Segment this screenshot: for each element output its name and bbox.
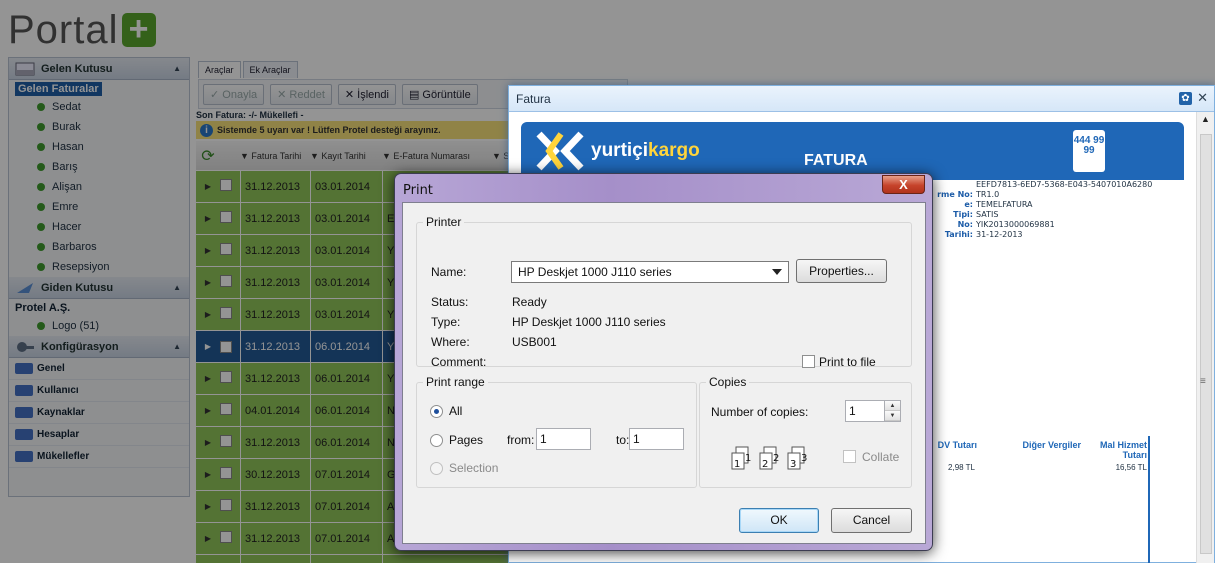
spin-down-icon[interactable]: ▼: [885, 411, 900, 421]
phone-badge: 444 99 99: [1073, 130, 1105, 172]
meta-key: Tarihi:: [944, 230, 973, 239]
brand-name: yurtiçikargo: [591, 140, 700, 162]
to-label: to:: [616, 433, 630, 447]
invoice-viewer-header: Fatura ✿ ✕: [509, 86, 1214, 112]
meta-row: Tipi: SATIS: [933, 210, 1152, 220]
meta-key: No:: [957, 220, 973, 229]
modal-backdrop-top: [508, 0, 1215, 85]
print-dialog-body: Printer Name: HP Deskjet 1000 J110 serie…: [402, 202, 926, 544]
cancel-button[interactable]: Cancel: [831, 508, 912, 533]
invoice-meta: EEFD7813-6ED7-5368-E043-5407010A6280 rme …: [933, 180, 1152, 240]
print-to-file-label[interactable]: Print to file: [819, 355, 876, 369]
svg-text:3: 3: [801, 453, 807, 464]
meta-row: Tarihi: 31-12-2013: [933, 230, 1152, 240]
gear-icon[interactable]: ✿: [1179, 92, 1192, 105]
type-label: Type:: [431, 315, 461, 329]
collate-label[interactable]: Collate: [862, 450, 899, 464]
pages-radio[interactable]: [430, 434, 443, 447]
svg-text:2: 2: [762, 459, 768, 470]
print-to-file-checkbox[interactable]: [802, 355, 815, 368]
from-label: from:: [507, 433, 535, 447]
print-dialog: Print X Printer Name: HP Deskjet 1000 J1…: [394, 173, 933, 551]
printer-select-value: HP Deskjet 1000 J110 series: [518, 265, 672, 279]
close-button[interactable]: X: [882, 175, 925, 194]
svg-text:1: 1: [734, 459, 740, 470]
copies-label: Copies: [706, 375, 750, 389]
invoice-viewer-title: Fatura: [516, 91, 551, 106]
col-goods-header: Mal Hizmet Tutarı: [1099, 440, 1147, 460]
spin-up-icon[interactable]: ▲: [885, 401, 900, 411]
ok-button[interactable]: OK: [739, 508, 819, 533]
meta-value: SATIS: [976, 210, 999, 219]
svg-text:3: 3: [790, 459, 796, 470]
meta-value: YIK2013000069881: [976, 220, 1055, 229]
meta-value: 31-12-2013: [976, 230, 1023, 239]
grid-overflow-strip: [1208, 148, 1215, 548]
selection-radio[interactable]: [430, 462, 443, 475]
brand-part-a: yurtiçi: [591, 140, 649, 161]
properties-button[interactable]: Properties...: [796, 259, 887, 283]
col-other-taxes-header: Diğer Vergiler: [1022, 440, 1081, 450]
close-icon[interactable]: ✕: [1197, 90, 1208, 106]
to-input[interactable]: 1: [629, 428, 684, 450]
meta-row: e: TEMELFATURA: [933, 200, 1152, 210]
collate-pages-icon: 11 22 33: [731, 446, 807, 470]
collate-checkbox[interactable]: [843, 450, 856, 463]
name-label: Name:: [431, 265, 467, 279]
status-value: Ready: [512, 295, 547, 309]
printer-group: Printer Name: HP Deskjet 1000 J110 serie…: [416, 215, 912, 369]
meta-value: TR1.0: [976, 190, 1000, 199]
printer-group-label: Printer: [423, 215, 465, 229]
meta-key: Tipi:: [953, 210, 973, 219]
all-radio[interactable]: [430, 405, 443, 418]
where-value: USB001: [512, 335, 557, 349]
invoice-banner: yurtiçikargo FATURA 444 99 99: [521, 122, 1184, 180]
number-of-copies-label: Number of copies:: [711, 405, 809, 419]
svg-text:2: 2: [773, 453, 779, 464]
pages-label[interactable]: Pages: [449, 433, 483, 447]
scroll-up-icon[interactable]: ▲: [1201, 114, 1210, 124]
chevron-down-icon: [772, 269, 782, 275]
meta-key: rme No:: [937, 190, 973, 199]
copies-spinner[interactable]: ▲ ▼: [884, 401, 900, 421]
copies-group: Copies Number of copies: 1 ▲ ▼ 11 22 33 C: [699, 375, 912, 488]
invoice-doc-title: FATURA: [804, 152, 868, 169]
from-input[interactable]: 1: [536, 428, 591, 450]
meta-key: [933, 180, 976, 190]
type-value: HP Deskjet 1000 J110 series: [512, 315, 666, 329]
print-range-group: Print range All Pages from: 1 to: 1 Sele…: [416, 375, 697, 488]
where-label: Where:: [431, 335, 470, 349]
printer-select[interactable]: HP Deskjet 1000 J110 series: [511, 261, 789, 283]
brand-part-b: kargo: [648, 140, 700, 161]
status-label: Status:: [431, 295, 469, 309]
grip-icon: ≡: [1200, 376, 1206, 387]
kdv-value: 2,98 TL: [948, 463, 975, 472]
selection-label[interactable]: Selection: [449, 461, 498, 475]
goods-value: 16,56 TL: [1115, 463, 1147, 472]
print-dialog-title: Print: [403, 183, 433, 198]
meta-row: EEFD7813-6ED7-5368-E043-5407010A6280: [933, 180, 1152, 190]
all-label[interactable]: All: [449, 404, 462, 418]
meta-value: EEFD7813-6ED7-5368-E043-5407010A6280: [976, 180, 1153, 189]
print-range-label: Print range: [423, 375, 488, 389]
svg-text:1: 1: [745, 453, 751, 464]
yurtici-logo-icon: [536, 131, 584, 171]
divider: [1148, 436, 1150, 563]
copies-value: 1: [849, 404, 856, 418]
meta-value: TEMELFATURA: [976, 200, 1033, 209]
comment-label: Comment:: [431, 355, 487, 369]
meta-key: e:: [964, 200, 973, 209]
meta-row: No: YIK2013000069881: [933, 220, 1152, 230]
meta-row: rme No: TR1.0: [933, 190, 1152, 200]
